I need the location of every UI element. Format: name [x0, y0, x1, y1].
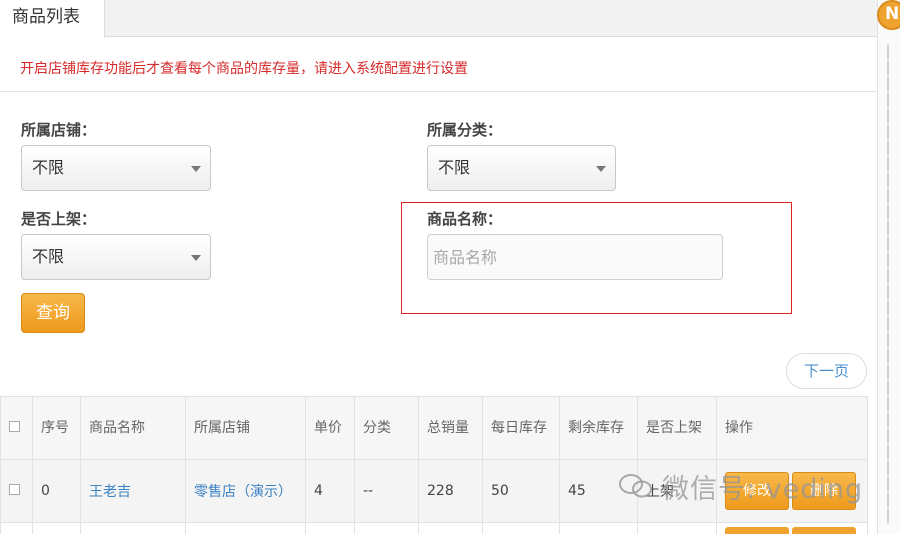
header-actions: 操作: [716, 396, 868, 460]
cell-actions: [716, 522, 868, 534]
header-total-sales: 总销量: [418, 396, 483, 460]
product-name-link[interactable]: 王老吉: [89, 484, 131, 500]
store-filter-label: 所属店铺：: [21, 121, 97, 139]
cell-total-sales: 228: [418, 459, 483, 523]
category-select[interactable]: 不限: [427, 145, 616, 191]
cell-empty: [185, 522, 306, 534]
product-name-label: 商品名称：: [427, 210, 503, 228]
cell-empty: [559, 522, 638, 534]
table-row: [0, 522, 868, 534]
header-index: 序号: [32, 396, 81, 460]
header-remaining-stock: 剩余库存: [559, 396, 638, 460]
store-select[interactable]: 不限: [21, 145, 211, 191]
wechat-icon: [619, 474, 652, 498]
cell-empty: [305, 522, 355, 534]
chevron-down-icon: [191, 166, 201, 172]
chevron-down-icon: [596, 166, 606, 172]
cell-index: 0: [32, 459, 81, 523]
row-select-cell: [0, 522, 33, 534]
cell-empty: [80, 522, 186, 534]
cell-empty: [418, 522, 483, 534]
right-scroll-strip[interactable]: [877, 0, 900, 534]
header-store: 所属店铺: [185, 396, 306, 460]
cell-daily-stock: 50: [482, 459, 560, 523]
cell-name: 王老吉: [80, 459, 186, 523]
delete-button-partial[interactable]: [792, 526, 856, 534]
notice-text: 开启店铺库存功能后才查看每个商品的库存量，请进入系统配置进行设置: [20, 61, 468, 77]
header-daily-stock: 每日库存: [482, 396, 560, 460]
edit-button-partial[interactable]: [725, 526, 789, 534]
category-select-value: 不限: [438, 158, 471, 177]
store-select-value: 不限: [32, 158, 65, 177]
close-badge-icon[interactable]: N: [877, 0, 900, 30]
tab-product-list[interactable]: 商品列表: [0, 0, 105, 38]
cell-empty: [354, 522, 419, 534]
category-filter-label: 所属分类：: [427, 121, 503, 139]
header-name: 商品名称: [80, 396, 186, 460]
store-link[interactable]: 零售店（演示）: [194, 484, 292, 500]
select-all-checkbox[interactable]: [9, 420, 20, 432]
cell-empty: [637, 522, 717, 534]
app-window: 商品列表 N 开启店铺库存功能后才查看每个商品的库存量，请进入系统配置进行设置 …: [0, 0, 900, 534]
cell-empty: [32, 522, 81, 534]
header-category: 分类: [354, 396, 419, 460]
chevron-down-icon: [191, 255, 201, 261]
dotted-guide: [887, 44, 889, 524]
notice-banner: 开启店铺库存功能后才查看每个商品的库存量，请进入系统配置进行设置: [0, 38, 877, 92]
on-shelf-select-value: 不限: [32, 247, 65, 266]
query-button[interactable]: 查询: [21, 293, 85, 333]
on-shelf-filter-label: 是否上架：: [21, 210, 97, 228]
table-header-row: 序号 商品名称 所属店铺 单价 分类 总销量 每日库存 剩余库存 是否上架 操作: [0, 396, 868, 460]
cell-category: --: [354, 459, 419, 523]
product-name-input[interactable]: [427, 234, 723, 280]
row-checkbox[interactable]: [9, 484, 20, 495]
row-select-cell: [0, 459, 33, 523]
product-table: 序号 商品名称 所属店铺 单价 分类 总销量 每日库存 剩余库存 是否上架 操作…: [0, 396, 868, 534]
watermark-text: 微信号: veding: [662, 474, 864, 505]
header-price: 单价: [305, 396, 355, 460]
cell-empty: [482, 522, 560, 534]
tab-bar: 商品列表: [0, 0, 877, 38]
cell-store: 零售店（演示）: [185, 459, 306, 523]
cell-price: 4: [305, 459, 355, 523]
select-all-cell: [0, 396, 33, 460]
close-badge-glyph: N: [885, 4, 900, 24]
next-page-button[interactable]: 下一页: [786, 353, 867, 389]
on-shelf-select[interactable]: 不限: [21, 234, 211, 280]
header-on-shelf: 是否上架: [637, 396, 717, 460]
